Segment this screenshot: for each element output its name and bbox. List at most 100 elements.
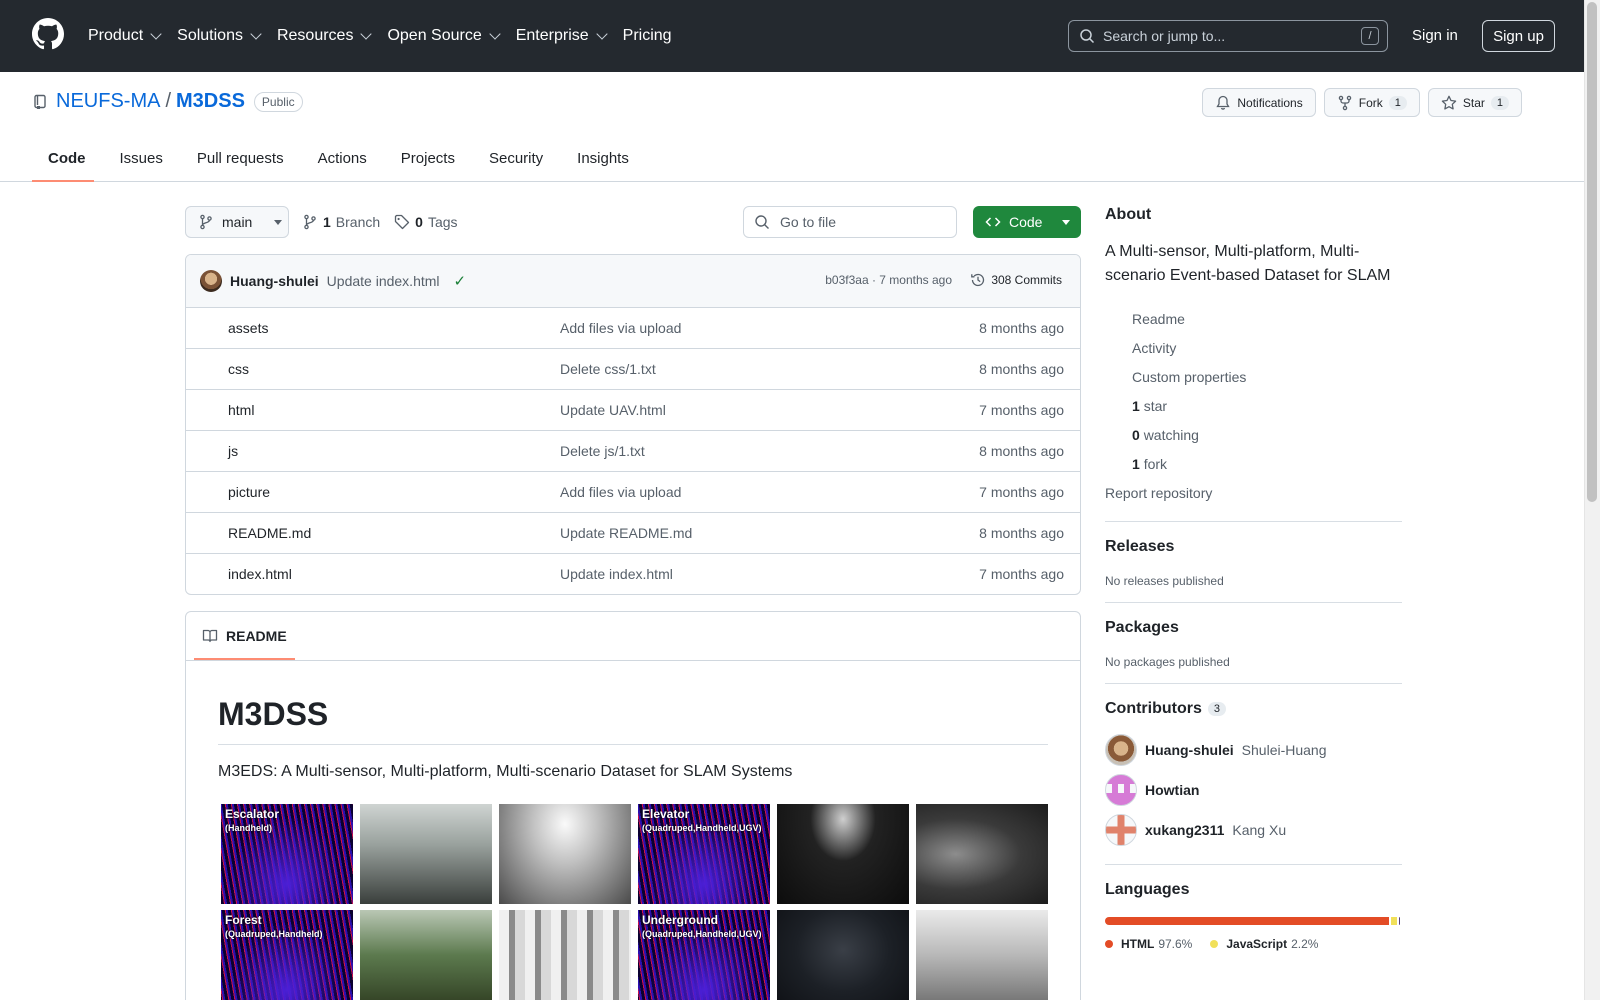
dataset-image[interactable] bbox=[916, 804, 1048, 904]
dataset-image[interactable]: Escalator (Handheld) bbox=[221, 804, 353, 904]
repo-name-link[interactable]: M3DSS bbox=[176, 90, 245, 113]
tags-link[interactable]: 0 Tags bbox=[394, 214, 458, 230]
contributor-item[interactable]: xukang2311 Kang Xu bbox=[1105, 810, 1402, 850]
dataset-image[interactable] bbox=[360, 804, 492, 904]
tab-code[interactable]: Code bbox=[32, 134, 94, 182]
scrollbar-thumb[interactable] bbox=[1587, 2, 1597, 502]
tab-projects[interactable]: Projects bbox=[385, 134, 463, 182]
dataset-image[interactable] bbox=[916, 910, 1048, 1000]
avatar[interactable] bbox=[1105, 814, 1137, 846]
contributor-login[interactable]: xukang2311 bbox=[1145, 822, 1224, 838]
language-bar-segment[interactable] bbox=[1399, 917, 1400, 925]
avatar[interactable] bbox=[1105, 734, 1137, 766]
dataset-image[interactable] bbox=[360, 910, 492, 1000]
report-repository-link[interactable]: Report repository bbox=[1105, 478, 1402, 507]
check-icon[interactable]: ✓ bbox=[454, 272, 467, 290]
file-row[interactable]: assets Add files via upload 8 months ago bbox=[186, 308, 1080, 349]
code-button-label: Code bbox=[1009, 214, 1043, 230]
sidebar-link-fork[interactable]: 1 fork bbox=[1105, 449, 1402, 478]
page-scrollbar[interactable] bbox=[1584, 0, 1600, 1000]
tab-actions[interactable]: Actions bbox=[302, 134, 375, 182]
dataset-image[interactable] bbox=[499, 910, 631, 1000]
file-commit-message[interactable]: Add files via upload bbox=[560, 484, 681, 500]
language-legend-item[interactable]: HTML 97.6% bbox=[1105, 937, 1192, 951]
file-row[interactable]: js Delete js/1.txt 8 months ago bbox=[186, 431, 1080, 472]
file-name-link[interactable]: README.md bbox=[228, 525, 311, 541]
nav-product[interactable]: Product bbox=[88, 27, 162, 45]
tab-issues[interactable]: Issues bbox=[104, 134, 171, 182]
code-dropdown-button[interactable]: Code bbox=[973, 206, 1081, 238]
star-button[interactable]: Star 1 bbox=[1427, 88, 1522, 117]
file-row[interactable]: picture Add files via upload 7 months ago bbox=[186, 472, 1080, 513]
sign-up-button[interactable]: Sign up bbox=[1482, 20, 1555, 52]
dataset-image[interactable]: Elevator (Quadruped,Handheld,UGV) bbox=[638, 804, 770, 904]
file-commit-message[interactable]: Update UAV.html bbox=[560, 402, 666, 418]
file-row[interactable]: index.html Update index.html 7 months ago bbox=[186, 554, 1080, 594]
sign-in-link[interactable]: Sign in bbox=[1412, 27, 1458, 44]
go-to-file-input[interactable]: Go to file bbox=[743, 206, 957, 238]
file-commit-message[interactable]: Delete js/1.txt bbox=[560, 443, 645, 459]
contributor-item[interactable]: Howtian bbox=[1105, 770, 1402, 810]
dataset-image[interactable]: Forest (Quadruped,Handheld) bbox=[221, 910, 353, 1000]
file-name-link[interactable]: html bbox=[228, 402, 254, 418]
sidebar-link-activity[interactable]: Activity bbox=[1105, 333, 1402, 362]
tab-security[interactable]: Security bbox=[473, 134, 551, 182]
repo-owner-link[interactable]: NEUFS-MA bbox=[56, 90, 160, 113]
file-commit-message[interactable]: Update README.md bbox=[560, 525, 692, 541]
fork-button[interactable]: Fork 1 bbox=[1323, 88, 1420, 117]
sidebar-link-readme[interactable]: Readme bbox=[1105, 304, 1402, 333]
fork-icon bbox=[1105, 456, 1121, 472]
branch-selector[interactable]: main bbox=[185, 206, 289, 238]
releases-heading[interactable]: Releases bbox=[1105, 538, 1402, 556]
tab-pull-requests[interactable]: Pull requests bbox=[181, 134, 292, 182]
contributors-heading[interactable]: Contributors 3 bbox=[1105, 700, 1402, 718]
tab-insights[interactable]: Insights bbox=[561, 134, 637, 182]
file-name-link[interactable]: js bbox=[228, 443, 238, 459]
file-commit-date: 7 months ago bbox=[979, 484, 1064, 500]
language-bar-segment[interactable] bbox=[1105, 917, 1390, 925]
sidebar-link-watching[interactable]: 0 watching bbox=[1105, 420, 1402, 449]
file-row[interactable]: css Delete css/1.txt 8 months ago bbox=[186, 349, 1080, 390]
nav-pricing[interactable]: Pricing bbox=[623, 27, 672, 45]
packages-heading[interactable]: Packages bbox=[1105, 619, 1402, 637]
eye-icon bbox=[1105, 427, 1121, 443]
file-commit-message[interactable]: Update index.html bbox=[560, 566, 673, 582]
sidebar-link-text: Readme bbox=[1132, 310, 1185, 327]
readme-tab[interactable]: README bbox=[194, 612, 295, 660]
author-avatar[interactable] bbox=[200, 270, 222, 292]
file-name-link[interactable]: css bbox=[228, 361, 249, 377]
file-name-link[interactable]: assets bbox=[228, 320, 268, 336]
global-search-input[interactable]: Search or jump to... / bbox=[1068, 20, 1388, 52]
nav-enterprise[interactable]: Enterprise bbox=[516, 27, 608, 45]
branch-tag-info: 1 Branch 0 Tags bbox=[302, 214, 458, 230]
file-name-link[interactable]: picture bbox=[228, 484, 270, 500]
file-name-link[interactable]: index.html bbox=[228, 566, 292, 582]
commit-author-link[interactable]: Huang-shulei bbox=[230, 273, 319, 289]
dataset-image[interactable] bbox=[499, 804, 631, 904]
github-logo-icon[interactable] bbox=[32, 18, 64, 50]
language-legend-item[interactable]: JavaScript 2.2% bbox=[1210, 937, 1318, 951]
file-row[interactable]: html Update UAV.html 7 months ago bbox=[186, 390, 1080, 431]
language-bar-segment[interactable] bbox=[1391, 917, 1398, 925]
contributor-login[interactable]: Howtian bbox=[1145, 782, 1199, 798]
commits-history-link[interactable]: 308 Commits bbox=[970, 272, 1062, 288]
sidebar-link-star[interactable]: 1 star bbox=[1105, 391, 1402, 420]
dataset-image[interactable]: Underground (Quadruped,Handheld,UGV) bbox=[638, 910, 770, 1000]
nav-solutions[interactable]: Solutions bbox=[177, 27, 262, 45]
sidebar-link-custom-properties[interactable]: Custom properties bbox=[1105, 362, 1402, 391]
branches-link[interactable]: 1 Branch bbox=[302, 214, 380, 230]
contributor-login[interactable]: Huang-shulei bbox=[1145, 742, 1234, 758]
file-row[interactable]: README.md Update README.md 8 months ago bbox=[186, 513, 1080, 554]
file-commit-message[interactable]: Delete css/1.txt bbox=[560, 361, 656, 377]
contributor-item[interactable]: Huang-shulei Shulei-Huang bbox=[1105, 730, 1402, 770]
nav-open-source[interactable]: Open Source bbox=[387, 27, 501, 45]
dataset-image[interactable] bbox=[777, 804, 909, 904]
commit-message-link[interactable]: Update index.html bbox=[327, 273, 440, 289]
commit-hash-time[interactable]: b03f3aa · 7 months ago bbox=[825, 273, 952, 287]
dataset-image[interactable] bbox=[777, 910, 909, 1000]
language-color-dot-icon bbox=[1105, 940, 1113, 948]
nav-resources[interactable]: Resources bbox=[277, 27, 373, 45]
avatar[interactable] bbox=[1105, 774, 1137, 806]
notifications-button[interactable]: Notifications bbox=[1202, 88, 1316, 117]
file-commit-message[interactable]: Add files via upload bbox=[560, 320, 681, 336]
